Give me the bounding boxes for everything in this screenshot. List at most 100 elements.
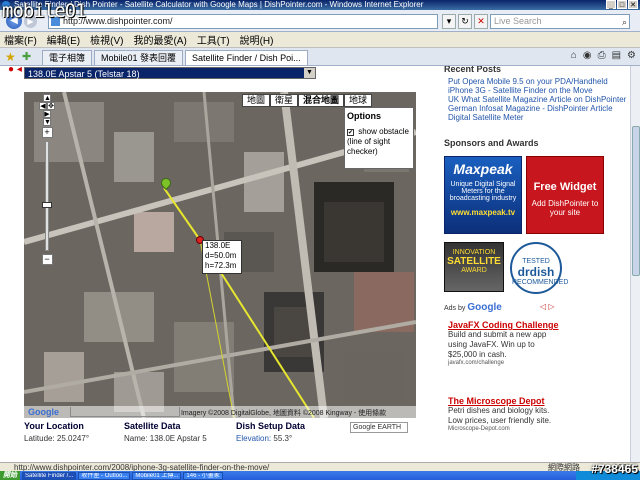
status-bar: http://www.dishpointer.com/2008/iphone-3… <box>0 462 640 471</box>
text-ad: The Microscope Depot Petri dishes and bi… <box>448 396 560 432</box>
dropdown-arrow-icon[interactable]: ▾ <box>442 14 456 29</box>
maximize-button[interactable]: □ <box>617 0 627 9</box>
tab-bar: ★ ✚ 電子相簿 Mobile01 發表回覆 Satellite Finder … <box>0 48 640 66</box>
bubble-satellite: 138.0E <box>205 241 231 250</box>
taskbar-item[interactable]: 146 - 小畫家 <box>183 471 223 480</box>
vertical-scrollbar[interactable] <box>630 66 640 462</box>
stop-button[interactable]: ✕ <box>474 14 488 29</box>
print-icon[interactable]: ⎙ <box>598 50 606 61</box>
tab-photo-album[interactable]: 電子相簿 <box>42 50 93 65</box>
zoom-slider-knob[interactable] <box>42 202 52 208</box>
zoom-in-button[interactable]: + <box>41 127 53 138</box>
pan-down-icon[interactable]: ▼ <box>43 118 51 126</box>
location-heading: Your Location <box>24 421 84 431</box>
maxpeak-ad[interactable]: Maxpeak Unique Digital Signal Meters for… <box>444 156 522 234</box>
minimize-button[interactable]: _ <box>606 0 616 9</box>
text-ad-url[interactable]: javafx.com/challenge <box>448 360 560 366</box>
satellite-select-value: 138.0E Apstar 5 (Telstar 18) <box>28 69 140 79</box>
obstacle-checkbox[interactable]: ✔ <box>347 129 354 136</box>
map-type-map[interactable]: 地圖 <box>242 94 271 107</box>
start-button[interactable]: 開始 <box>0 471 20 480</box>
satellite-name-value: Name: 138.0E Apstar 5 <box>124 434 207 443</box>
maxpeak-tagline: Unique Digital Signal Meters for the bro… <box>449 181 517 202</box>
ads-by-google[interactable]: Ads by Google <box>444 302 502 313</box>
latitude-value: Latitude: 25.0247° <box>24 434 90 443</box>
recent-posts-heading: Recent Posts <box>444 66 502 74</box>
taskbar-item[interactable]: 收件匣 - Outloo... <box>78 471 131 480</box>
text-ad-title[interactable]: The Microscope Depot <box>448 396 560 406</box>
drdish-badge[interactable]: TESTED drdish RECOMMENDED <box>510 242 569 294</box>
scrollbar-thumb[interactable] <box>632 126 640 276</box>
web-page: ● ◂ ▸ 138.0E Apstar 5 (Telstar 18) ▼ ▲ ◀… <box>0 66 630 462</box>
menu-view[interactable]: 檢視(V) <box>90 32 123 47</box>
free-widget-ad[interactable]: Free Widget Add DishPointer to your site <box>526 156 604 234</box>
search-placeholder: Live Search <box>494 16 542 26</box>
satellite-select[interactable]: 138.0E Apstar 5 (Telstar 18) ▼ <box>24 67 316 79</box>
recent-post-link[interactable]: Digital Satellite Meter <box>448 113 630 122</box>
text-ad-title[interactable]: JavaFX Coding Challenge <box>448 320 560 330</box>
zoom-out-button[interactable]: − <box>41 254 53 265</box>
free-widget-body: Add DishPointer to your site <box>531 199 599 217</box>
badge2-main: drdish <box>517 265 555 279</box>
recent-post-link[interactable]: UK What Satellite Magazine Article on Di… <box>448 95 630 104</box>
taskbar-item[interactable]: Satellite Finder /... <box>22 471 77 480</box>
dish-heading: Dish Setup Data <box>236 421 306 431</box>
free-widget-title: Free Widget <box>533 181 597 193</box>
address-bar[interactable]: http://www.dishpointer.com/ <box>48 14 438 29</box>
windows-taskbar: 開始 Satellite Finder /... 收件匣 - Outloo...… <box>0 471 640 480</box>
status-url: http://www.dishpointer.com/2008/iphone-3… <box>14 463 270 471</box>
elevation-value: 55.3° <box>273 434 293 443</box>
pan-left-icon[interactable]: ◀ <box>39 102 47 110</box>
ad-nav-arrows-icon[interactable]: ◁ ▷ <box>540 302 555 311</box>
maxpeak-brand: Maxpeak <box>453 161 513 177</box>
tab-satellite-finder[interactable]: Satellite Finder / Dish Poi... <box>185 50 308 65</box>
bubble-height: h=72.3m <box>205 261 237 270</box>
satellite-map[interactable]: ▲ ◀ ✥▶ ▼ + − 地圖 衛星 混合地圖 地球 Options ✔ show… <box>24 92 416 418</box>
taskbar-item[interactable]: Mobile01 上傳... <box>132 471 182 480</box>
recent-post-link[interactable]: German Infosat Magazine - DishPointer Ar… <box>448 104 630 113</box>
badge2-top: TESTED <box>522 258 550 265</box>
menu-edit[interactable]: 編輯(E) <box>47 32 80 47</box>
text-ad-body: Petri dishes and biology kits. Low price… <box>448 406 552 425</box>
menu-help[interactable]: 說明(H) <box>240 32 274 47</box>
pan-center-icon[interactable]: ✥ <box>47 102 55 110</box>
recent-post-link[interactable]: iPhone 3G - Satellite Finder on the Move <box>448 86 630 95</box>
close-button[interactable]: ✕ <box>628 0 638 9</box>
favorites-star-icon[interactable]: ★ <box>5 50 16 64</box>
search-icon[interactable]: ⌕ <box>622 16 627 29</box>
pan-up-icon[interactable]: ▲ <box>43 94 51 102</box>
map-type-hybrid[interactable]: 混合地圖 <box>298 94 345 107</box>
feeds-icon[interactable]: ◉ <box>583 50 592 61</box>
bubble-distance: d=50.0m <box>205 251 237 260</box>
badge1-bottom: AWARD <box>461 267 487 274</box>
google-ads-logo: Google <box>467 302 502 313</box>
tools-menu-icon[interactable]: ⚙ <box>627 50 636 61</box>
menu-tools[interactable]: 工具(T) <box>197 32 230 47</box>
tab-mobile01-reply[interactable]: Mobile01 發表回覆 <box>94 50 184 65</box>
menu-favorites[interactable]: 我的最愛(A) <box>133 32 186 47</box>
map-type-satellite[interactable]: 衛星 <box>270 94 299 107</box>
text-ad-url[interactable]: Microscope-Depot.com <box>448 426 560 432</box>
options-title: Options <box>347 111 381 121</box>
google-earth-button[interactable]: Google EARTH <box>350 422 408 433</box>
page-menu-icon[interactable]: ▤ <box>612 50 621 61</box>
pan-right-icon[interactable]: ▶ <box>43 110 51 118</box>
add-favorite-icon[interactable]: ✚ <box>22 50 31 63</box>
home-icon[interactable]: ⌂ <box>571 50 577 61</box>
map-type-earth[interactable]: 地球 <box>344 94 373 107</box>
satellite-heading: Satellite Data <box>124 421 181 431</box>
data-section: Your Location Latitude: 25.0247° Satelli… <box>24 421 324 455</box>
recent-post-link[interactable]: Put Opera Mobile 9.5 on your PDA/Handhel… <box>448 77 630 86</box>
refresh-button[interactable]: ↻ <box>458 14 472 29</box>
zoom-slider[interactable] <box>42 141 52 251</box>
search-input[interactable]: Live Search ⌕ <box>490 14 630 29</box>
innovation-award-badge[interactable]: INNOVATION SATELLITE AWARD <box>444 242 504 292</box>
map-footer: Google Imagery ©2008 DigitalGlobe, 地圖資料 … <box>24 406 416 418</box>
map-pan-control[interactable]: ▲ ◀ ✥▶ ▼ <box>38 94 56 126</box>
menu-file[interactable]: 檔案(F) <box>4 32 37 47</box>
badge2-bottom: RECOMMENDED <box>512 279 569 286</box>
status-zone: 網際網路 <box>548 463 580 471</box>
chevron-down-icon[interactable]: ▼ <box>304 68 315 78</box>
watermark-logo: mobile01 <box>2 0 87 22</box>
ads-by-label: Ads by <box>444 305 466 312</box>
